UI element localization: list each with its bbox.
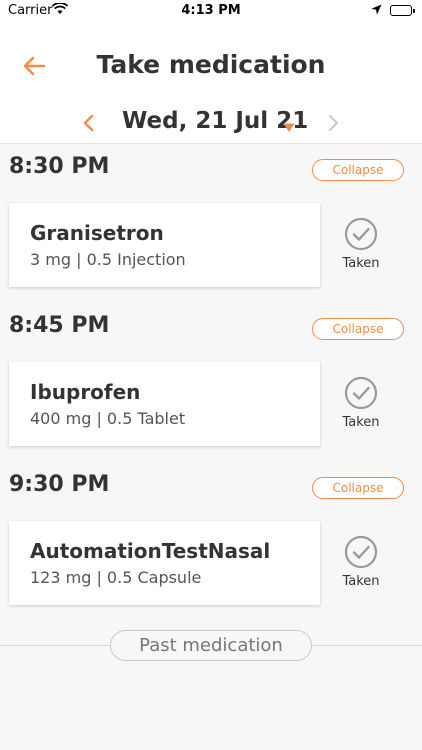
- medication-name: Ibuprofen: [30, 380, 141, 404]
- check-circle-icon: [344, 217, 378, 251]
- group-time: 9:30 PM: [9, 472, 110, 497]
- taken-label: Taken: [342, 415, 380, 430]
- next-day-button[interactable]: [324, 112, 344, 134]
- page-title: Take medication: [96, 50, 326, 79]
- past-medication-button[interactable]: Past medication: [110, 630, 312, 661]
- status-time: 4:13 PM: [181, 3, 241, 18]
- check-circle-icon: [344, 376, 378, 410]
- medication-card[interactable]: Ibuprofen 400 mg | 0.5 Tablet: [9, 362, 320, 446]
- header: Take medication Wed, 21 Jul 21: [0, 22, 422, 144]
- collapse-button[interactable]: Collapse: [312, 318, 404, 340]
- location-arrow-icon: [371, 4, 382, 19]
- medication-card[interactable]: AutomationTestNasal 123 mg | 0.5 Capsule: [9, 521, 320, 605]
- collapse-button[interactable]: Collapse: [312, 159, 404, 181]
- taken-label: Taken: [342, 256, 380, 271]
- taken-button[interactable]: Taken: [336, 376, 386, 436]
- taken-button[interactable]: Taken: [336, 535, 386, 595]
- taken-label: Taken: [342, 574, 380, 589]
- status-bar: Carrier 4:13 PM: [0, 0, 422, 22]
- medication-name: Granisetron: [30, 221, 164, 245]
- medication-name: AutomationTestNasal: [30, 539, 271, 563]
- chevron-left-icon: [83, 114, 94, 132]
- taken-button[interactable]: Taken: [336, 217, 386, 277]
- medication-card[interactable]: Granisetron 3 mg | 0.5 Injection: [9, 203, 320, 287]
- selected-date[interactable]: Wed, 21 Jul 21: [122, 108, 308, 134]
- battery-icon: [390, 5, 415, 16]
- collapse-button[interactable]: Collapse: [312, 477, 404, 499]
- chevron-right-icon: [329, 115, 338, 131]
- medication-dose: 400 mg | 0.5 Tablet: [30, 409, 186, 428]
- previous-day-button[interactable]: [78, 112, 98, 134]
- medication-dose: 123 mg | 0.5 Capsule: [30, 568, 202, 587]
- group-time: 8:45 PM: [9, 313, 110, 338]
- caret-down-icon: [283, 123, 295, 132]
- group-time: 8:30 PM: [9, 154, 110, 179]
- medication-dose: 3 mg | 0.5 Injection: [30, 250, 186, 269]
- check-circle-icon: [344, 535, 378, 569]
- date-picker-toggle[interactable]: [283, 118, 295, 132]
